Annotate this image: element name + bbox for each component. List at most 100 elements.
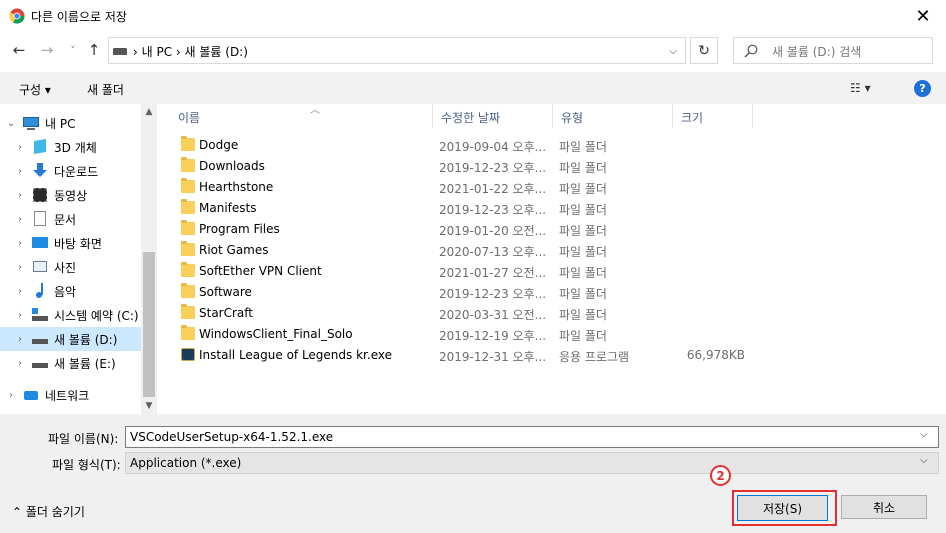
file-row[interactable]: WindowsClient_Final_Solo 2019-12-19 오후...… <box>177 324 757 345</box>
file-row[interactable]: Install League of Legends kr.exe 2019-12-… <box>177 345 757 366</box>
sidebar-item[interactable]: › 문서 <box>0 207 141 231</box>
3d-objects-icon <box>32 138 48 155</box>
file-date: 2019-09-04 오후... <box>439 140 547 154</box>
scroll-up-icon[interactable]: ▲ <box>141 104 157 120</box>
search-icon <box>744 44 758 58</box>
chevron-right-icon[interactable]: › <box>14 238 26 249</box>
file-date: 2019-12-23 오후... <box>439 161 547 175</box>
navigation-pane: ⌄ 내 PC › 3D 개체 › 다운로드 › 동영상 › 문서 › 바탕 화면 › 사진 › 음악 › 시스템 … <box>0 104 157 414</box>
sidebar-item[interactable]: › 네트워크 <box>0 383 141 407</box>
music-icon <box>32 283 48 299</box>
sidebar-item[interactable]: › 시스템 예약 (C:) <box>0 303 141 327</box>
title-bar: 다른 이름으로 저장 ✕ <box>0 0 946 32</box>
file-type: 파일 폴더 <box>559 182 607 196</box>
pictures-icon <box>32 259 48 275</box>
file-date: 2019-12-23 오후... <box>439 287 547 301</box>
chevron-down-icon[interactable]: ⌄ <box>5 118 17 129</box>
file-type: 파일 폴더 <box>559 203 607 217</box>
save-form: 파일 이름(N): VSCodeUserSetup-x64-1.52.1.exe… <box>0 414 946 533</box>
recent-locations-button[interactable]: ˅ <box>63 38 83 62</box>
file-name: Riot Games <box>199 243 269 257</box>
file-row[interactable]: SoftEther VPN Client 2021-01-27 오전... 파일 폴… <box>177 261 757 282</box>
sidebar-item[interactable]: › 사진 <box>0 255 141 279</box>
cancel-button[interactable]: 취소 <box>841 495 927 519</box>
network-icon <box>23 387 39 403</box>
filename-dropdown-icon[interactable]: ⌵ <box>920 429 928 440</box>
file-date: 2020-07-13 오후... <box>439 245 547 259</box>
desktop-icon <box>32 235 48 251</box>
sidebar-item[interactable]: › 새 볼륨 (E:) <box>0 351 141 375</box>
up-button[interactable]: ↑ <box>84 38 104 62</box>
chevron-right-icon[interactable]: › <box>14 334 26 345</box>
drive-icon <box>32 331 48 347</box>
file-name: Program Files <box>199 222 280 236</box>
file-type: 파일 폴더 <box>559 245 607 259</box>
chevron-right-icon[interactable]: › <box>5 390 17 401</box>
file-name: Dodge <box>199 138 239 152</box>
chevron-right-icon[interactable]: › <box>14 358 26 369</box>
address-bar[interactable]: › 내 PC › 새 볼륨 (D:) ⌵ <box>108 37 686 64</box>
sidebar-item[interactable]: › 음악 <box>0 279 141 303</box>
sidebar-item-label: 다운로드 <box>54 164 99 179</box>
hide-folders-button[interactable]: ⌃ 폴더 숨기기 <box>12 503 85 520</box>
sidebar-item[interactable]: › 바탕 화면 <box>0 231 141 255</box>
sidebar-item[interactable]: ⌄ 내 PC <box>0 111 141 135</box>
scrollbar-thumb[interactable] <box>143 252 155 397</box>
file-date: 2020-03-31 오전... <box>439 308 547 322</box>
file-row[interactable]: Downloads 2019-12-23 오후... 파일 폴더 <box>177 156 757 177</box>
forward-button[interactable]: → <box>37 38 57 62</box>
sidebar-scrollbar[interactable]: ▲ ▼ <box>141 104 157 414</box>
folder-icon <box>181 304 195 319</box>
league-app-icon <box>181 348 195 361</box>
file-row[interactable]: Program Files 2019-01-20 오전... 파일 폴더 <box>177 219 757 240</box>
folder-icon <box>181 178 195 193</box>
sidebar-item[interactable]: › 새 볼륨 (D:) <box>0 327 141 351</box>
close-button[interactable]: ✕ <box>900 0 946 32</box>
file-name: Install League of Legends kr.exe <box>199 348 392 362</box>
organize-button[interactable]: 구성 ▾ <box>19 81 51 98</box>
file-type: 응용 프로그램 <box>559 350 630 364</box>
step-number-badge: 2 <box>710 465 731 486</box>
file-type: 파일 폴더 <box>559 287 607 301</box>
breadcrumb[interactable]: › 내 PC › 새 볼륨 (D:) <box>133 43 248 60</box>
file-row[interactable]: Software 2019-12-23 오후... 파일 폴더 <box>177 282 757 303</box>
column-header-name[interactable]: 이름 ︿ <box>170 104 433 128</box>
sidebar-item[interactable]: › 다운로드 <box>0 159 141 183</box>
file-row[interactable]: Riot Games 2020-07-13 오후... 파일 폴더 <box>177 240 757 261</box>
view-options-button[interactable]: ☷ ▾ <box>850 81 871 95</box>
file-type: 파일 폴더 <box>559 140 607 154</box>
new-folder-button[interactable]: 새 폴더 <box>87 81 124 98</box>
column-header-type[interactable]: 유형 <box>553 104 673 128</box>
chevron-right-icon[interactable]: › <box>14 310 26 321</box>
file-date: 2019-12-19 오후... <box>439 329 547 343</box>
address-dropdown-icon[interactable]: ⌵ <box>663 41 683 61</box>
refresh-button[interactable]: ↻ <box>690 37 718 64</box>
file-row[interactable]: Dodge 2019-09-04 오후... 파일 폴더 <box>177 135 757 156</box>
filename-field[interactable]: VSCodeUserSetup-x64-1.52.1.exe <box>125 426 939 448</box>
file-type: 파일 폴더 <box>559 266 607 280</box>
window-title: 다른 이름으로 저장 <box>31 10 127 24</box>
file-row[interactable]: Hearthstone 2021-01-22 오후... 파일 폴더 <box>177 177 757 198</box>
column-header-size[interactable]: 크기 <box>673 104 753 128</box>
filetype-select[interactable]: Application (*.exe) <box>125 452 939 474</box>
chevron-right-icon[interactable]: › <box>14 142 26 153</box>
chevron-right-icon[interactable]: › <box>14 190 26 201</box>
file-row[interactable]: StarCraft 2020-03-31 오전... 파일 폴더 <box>177 303 757 324</box>
filetype-dropdown-icon[interactable]: ⌵ <box>920 455 928 466</box>
drive-icon <box>32 355 48 371</box>
chevron-right-icon[interactable]: › <box>14 262 26 273</box>
search-input[interactable]: 새 볼륨 (D:) 검색 <box>733 37 933 64</box>
chevron-right-icon[interactable]: › <box>14 214 26 225</box>
sidebar-item-label: 3D 개체 <box>54 140 97 155</box>
chevron-right-icon[interactable]: › <box>14 286 26 297</box>
scroll-down-icon[interactable]: ▼ <box>141 398 157 414</box>
sidebar-item[interactable]: › 동영상 <box>0 183 141 207</box>
sort-ascending-icon: ︿ <box>310 105 320 116</box>
file-row[interactable]: Manifests 2019-12-23 오후... 파일 폴더 <box>177 198 757 219</box>
sidebar-item[interactable]: › 3D 개체 <box>0 135 141 159</box>
back-button[interactable]: ← <box>9 38 29 62</box>
help-button[interactable]: ? <box>914 80 931 97</box>
sidebar-item-label: 새 볼륨 (E:) <box>54 356 116 371</box>
chevron-right-icon[interactable]: › <box>14 166 26 177</box>
column-header-modified[interactable]: 수정한 날짜 <box>433 104 553 128</box>
